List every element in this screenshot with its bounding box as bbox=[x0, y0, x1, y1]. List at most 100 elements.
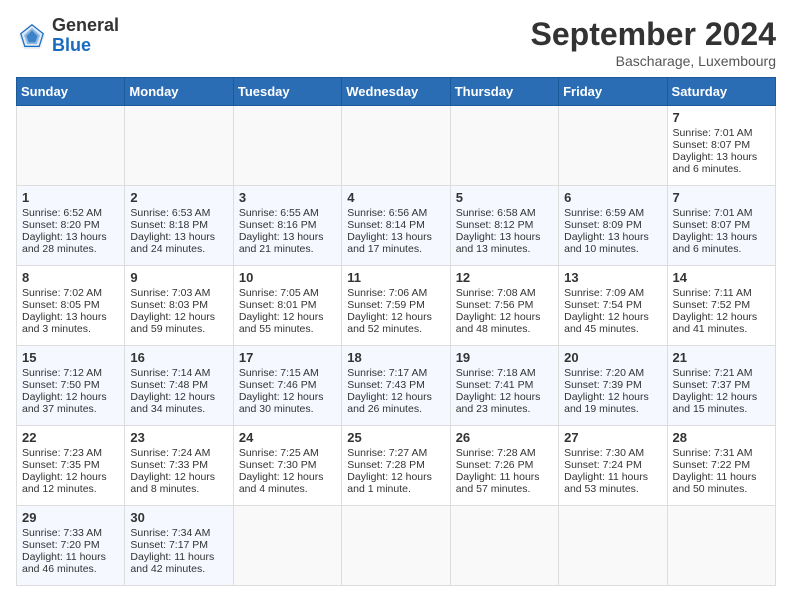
day-number: 10 bbox=[239, 270, 336, 285]
daylight-minutes: and 50 minutes. bbox=[673, 483, 748, 495]
page-header: General Blue September 2024 Bascharage, … bbox=[16, 16, 776, 69]
sunrise: Sunrise: 6:53 AM bbox=[130, 207, 210, 219]
sunrise: Sunrise: 7:20 AM bbox=[564, 367, 644, 379]
sunrise: Sunrise: 7:14 AM bbox=[130, 367, 210, 379]
calendar-cell: 8Sunrise: 7:02 AMSunset: 8:05 PMDaylight… bbox=[17, 266, 125, 346]
daylight-minutes: and 12 minutes. bbox=[22, 483, 97, 495]
calendar-cell bbox=[342, 106, 450, 186]
daylight-minutes: and 1 minute. bbox=[347, 483, 411, 495]
day-header-friday: Friday bbox=[559, 78, 667, 106]
day-header-monday: Monday bbox=[125, 78, 233, 106]
day-number: 16 bbox=[130, 350, 227, 365]
sunrise: Sunrise: 6:56 AM bbox=[347, 207, 427, 219]
sunset: Sunset: 8:18 PM bbox=[130, 219, 208, 231]
sunset: Sunset: 7:43 PM bbox=[347, 379, 425, 391]
calendar-cell: 12Sunrise: 7:08 AMSunset: 7:56 PMDayligh… bbox=[450, 266, 558, 346]
calendar-week-5: 22Sunrise: 7:23 AMSunset: 7:35 PMDayligh… bbox=[17, 426, 776, 506]
daylight-minutes: and 41 minutes. bbox=[673, 323, 748, 335]
day-number: 17 bbox=[239, 350, 336, 365]
calendar-cell: 29Sunrise: 7:33 AMSunset: 7:20 PMDayligh… bbox=[17, 506, 125, 586]
daylight-minutes: and 42 minutes. bbox=[130, 563, 205, 575]
daylight-hours: Daylight: 11 hours bbox=[22, 551, 106, 563]
sunset: Sunset: 7:35 PM bbox=[22, 459, 100, 471]
day-number: 20 bbox=[564, 350, 661, 365]
sunset: Sunset: 7:37 PM bbox=[673, 379, 751, 391]
daylight-minutes: and 28 minutes. bbox=[22, 243, 97, 255]
day-number: 6 bbox=[564, 190, 661, 205]
calendar-cell: 6Sunrise: 6:59 AMSunset: 8:09 PMDaylight… bbox=[559, 186, 667, 266]
sunset: Sunset: 8:16 PM bbox=[239, 219, 317, 231]
day-number: 15 bbox=[22, 350, 119, 365]
daylight-minutes: and 4 minutes. bbox=[239, 483, 308, 495]
sunset: Sunset: 7:46 PM bbox=[239, 379, 317, 391]
day-number: 23 bbox=[130, 430, 227, 445]
sunset: Sunset: 7:28 PM bbox=[347, 459, 425, 471]
sunrise: Sunrise: 7:18 AM bbox=[456, 367, 536, 379]
location: Bascharage, Luxembourg bbox=[531, 53, 776, 69]
daylight-hours: Daylight: 12 hours bbox=[130, 391, 215, 403]
sunset: Sunset: 8:03 PM bbox=[130, 299, 208, 311]
daylight-hours: Daylight: 12 hours bbox=[347, 391, 432, 403]
daylight-hours: Daylight: 12 hours bbox=[673, 391, 758, 403]
daylight-minutes: and 46 minutes. bbox=[22, 563, 97, 575]
calendar-cell: 18Sunrise: 7:17 AMSunset: 7:43 PMDayligh… bbox=[342, 346, 450, 426]
daylight-hours: Daylight: 12 hours bbox=[347, 471, 432, 483]
day-number: 1 bbox=[22, 190, 119, 205]
sunset: Sunset: 7:39 PM bbox=[564, 379, 642, 391]
calendar-cell bbox=[667, 506, 775, 586]
calendar-cell: 25Sunrise: 7:27 AMSunset: 7:28 PMDayligh… bbox=[342, 426, 450, 506]
logo-text: General Blue bbox=[52, 16, 119, 56]
sunrise: Sunrise: 7:02 AM bbox=[22, 287, 102, 299]
calendar-cell bbox=[559, 106, 667, 186]
daylight-hours: Daylight: 12 hours bbox=[22, 471, 107, 483]
calendar-cell: 3Sunrise: 6:55 AMSunset: 8:16 PMDaylight… bbox=[233, 186, 341, 266]
day-header-tuesday: Tuesday bbox=[233, 78, 341, 106]
calendar-cell: 30Sunrise: 7:34 AMSunset: 7:17 PMDayligh… bbox=[125, 506, 233, 586]
day-number: 29 bbox=[22, 510, 119, 525]
sunrise: Sunrise: 6:59 AM bbox=[564, 207, 644, 219]
day-number: 9 bbox=[130, 270, 227, 285]
sunset: Sunset: 7:30 PM bbox=[239, 459, 317, 471]
sunrise: Sunrise: 7:34 AM bbox=[130, 527, 210, 539]
daylight-minutes: and 19 minutes. bbox=[564, 403, 639, 415]
day-header-sunday: Sunday bbox=[17, 78, 125, 106]
day-number: 21 bbox=[673, 350, 770, 365]
calendar-cell: 10Sunrise: 7:05 AMSunset: 8:01 PMDayligh… bbox=[233, 266, 341, 346]
daylight-hours: Daylight: 13 hours bbox=[456, 231, 541, 243]
daylight-minutes: and 13 minutes. bbox=[456, 243, 531, 255]
sunrise: Sunrise: 7:06 AM bbox=[347, 287, 427, 299]
daylight-hours: Daylight: 13 hours bbox=[130, 231, 215, 243]
sunrise: Sunrise: 7:21 AM bbox=[673, 367, 753, 379]
day-number: 11 bbox=[347, 270, 444, 285]
day-number: 12 bbox=[456, 270, 553, 285]
daylight-hours: Daylight: 12 hours bbox=[456, 391, 541, 403]
sunset: Sunset: 7:26 PM bbox=[456, 459, 534, 471]
day-number: 7 bbox=[673, 190, 770, 205]
daylight-minutes: and 59 minutes. bbox=[130, 323, 205, 335]
sunset: Sunset: 7:24 PM bbox=[564, 459, 642, 471]
sunset: Sunset: 8:14 PM bbox=[347, 219, 425, 231]
calendar-cell: 2Sunrise: 6:53 AMSunset: 8:18 PMDaylight… bbox=[125, 186, 233, 266]
daylight-hours: Daylight: 11 hours bbox=[130, 551, 214, 563]
daylight-minutes: and 57 minutes. bbox=[456, 483, 531, 495]
day-number: 28 bbox=[673, 430, 770, 445]
calendar-week-6: 29Sunrise: 7:33 AMSunset: 7:20 PMDayligh… bbox=[17, 506, 776, 586]
calendar-week-3: 8Sunrise: 7:02 AMSunset: 8:05 PMDaylight… bbox=[17, 266, 776, 346]
calendar-cell: 21 Sunrise: 7:21 AMSunset: 7:37 PMDayligh… bbox=[667, 346, 775, 426]
sunrise: Sunrise: 6:52 AM bbox=[22, 207, 102, 219]
day-number: 22 bbox=[22, 430, 119, 445]
sunrise: Sunrise: 7:27 AM bbox=[347, 447, 427, 459]
calendar-cell: 26Sunrise: 7:28 AMSunset: 7:26 PMDayligh… bbox=[450, 426, 558, 506]
calendar-cell: 20Sunrise: 7:20 AMSunset: 7:39 PMDayligh… bbox=[559, 346, 667, 426]
calendar-cell: 13Sunrise: 7:09 AMSunset: 7:54 PMDayligh… bbox=[559, 266, 667, 346]
daylight-minutes: and 37 minutes. bbox=[22, 403, 97, 415]
daylight-hours: Daylight: 12 hours bbox=[239, 311, 324, 323]
sunset: Sunset: 7:50 PM bbox=[22, 379, 100, 391]
sunrise: Sunrise: 7:31 AM bbox=[673, 447, 753, 459]
calendar-week-2: 1Sunrise: 6:52 AMSunset: 8:20 PMDaylight… bbox=[17, 186, 776, 266]
daylight-minutes: and 23 minutes. bbox=[456, 403, 531, 415]
daylight-hours: Daylight: 12 hours bbox=[22, 391, 107, 403]
daylight-hours: Daylight: 13 hours bbox=[239, 231, 324, 243]
calendar-cell bbox=[233, 106, 341, 186]
sunset: Sunset: 7:41 PM bbox=[456, 379, 534, 391]
